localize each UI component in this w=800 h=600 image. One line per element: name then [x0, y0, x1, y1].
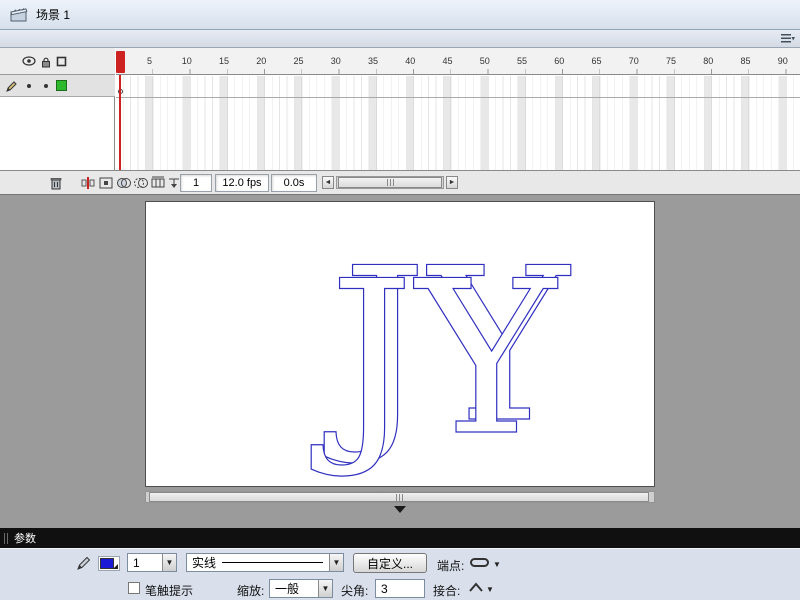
join-style-icon[interactable] — [469, 582, 483, 592]
stroke-style-combo[interactable]: 实线 ▼ — [186, 553, 344, 572]
ruler-tick-label: 50 — [479, 56, 490, 66]
layer-visible-dot[interactable] — [27, 84, 31, 88]
scene-icon — [10, 8, 28, 22]
panel-collapse-arrow[interactable] — [394, 506, 406, 513]
onion-skin-outlines-icon[interactable] — [133, 175, 149, 191]
ruler-tick-label: 45 — [442, 56, 453, 66]
frame-rate-field[interactable]: 12.0 fps — [215, 174, 269, 192]
ruler-tick-label: 90 — [777, 56, 788, 66]
scene-name-label[interactable]: 场景 1 — [36, 6, 70, 23]
cap-style-icon[interactable] — [470, 558, 489, 567]
timeline-ruler[interactable]: 5 10 15 20 25 30 35 40 45 50 55 60 65 70 75 80 85 90 — [116, 48, 800, 75]
timeline-layer-column — [0, 48, 115, 170]
timeline-scroll-left-arrow[interactable]: ◄ — [322, 176, 334, 189]
layer-unlocked-dot[interactable] — [44, 84, 48, 88]
stroke-style-line-preview — [222, 562, 323, 563]
panel-grip-icon[interactable] — [4, 532, 8, 544]
stroke-style-dropdown-icon[interactable]: ▼ — [329, 554, 343, 571]
properties-panel: 1 ▼ 实线 ▼ 自定义... 端点: ▼ 笔触提示 缩放: 一般 ▼ 尖角: … — [0, 548, 800, 600]
timeline-scroll-right-arrow[interactable]: ► — [446, 176, 458, 189]
flash-application-window: 场景 1 5 10 15 20 25 30 35 40 45 50 55 60 … — [0, 0, 800, 600]
join-dropdown-icon[interactable]: ▼ — [486, 585, 494, 594]
ruler-tick-label: 30 — [330, 56, 341, 66]
stage-area: JY JY — [0, 195, 800, 528]
cap-dropdown-icon[interactable]: ▼ — [493, 560, 501, 569]
delete-layer-trash-icon[interactable] — [48, 175, 64, 191]
show-hide-eye-icon[interactable] — [22, 56, 36, 66]
ruler-tick-label: 15 — [219, 56, 230, 66]
ruler-tick-label: 55 — [517, 56, 528, 66]
center-frame-icon[interactable] — [98, 175, 114, 191]
playhead-line — [119, 75, 121, 170]
ruler-tick-label: 75 — [666, 56, 677, 66]
scale-label: 缩放: — [237, 584, 265, 598]
stroke-color-swatch-chip — [100, 558, 114, 569]
timeline: 5 10 15 20 25 30 35 40 45 50 55 60 65 70 75 80 85 90 — [0, 48, 800, 170]
onion-skin-icon[interactable] — [116, 175, 132, 191]
scale-value: 一般 — [275, 582, 300, 596]
layer-frames-row[interactable] — [116, 76, 800, 98]
elapsed-time-field[interactable]: 0.0s — [271, 174, 317, 192]
scale-combo[interactable]: 一般 ▼ — [269, 579, 333, 598]
timeline-scrollbar-track[interactable] — [336, 176, 444, 189]
scene-bar: 场景 1 — [0, 0, 800, 30]
timeline-scrollbar-thumb[interactable] — [338, 177, 442, 188]
artwork-letters-front: JY — [311, 235, 558, 482]
stroke-color-button[interactable] — [98, 556, 120, 571]
join-label: 接合: — [433, 584, 461, 598]
ruler-tick-label: 25 — [293, 56, 304, 66]
ruler-tick-label: 40 — [405, 56, 416, 66]
ruler-tick-label: 70 — [628, 56, 639, 66]
stroke-height-combo[interactable]: 1 ▼ — [127, 553, 177, 572]
properties-tab-label[interactable]: 参数 — [14, 530, 36, 546]
playhead-handle[interactable] — [116, 51, 125, 73]
timeline-options-menu-icon[interactable] — [781, 33, 795, 45]
cap-label: 端点: — [437, 559, 465, 573]
stroke-hinting-checkbox[interactable] — [128, 582, 140, 594]
ruler-tick-label: 20 — [256, 56, 267, 66]
custom-stroke-button[interactable]: 自定义... — [353, 553, 427, 573]
ruler-tick-label: 60 — [554, 56, 565, 66]
layer-row[interactable] — [0, 75, 115, 97]
layer-outline-swatch[interactable] — [56, 80, 67, 91]
ruler-tick-label: 80 — [703, 56, 714, 66]
scroll-to-playhead-icon[interactable] — [80, 175, 96, 191]
stage-horizontal-scrollbar[interactable] — [145, 491, 655, 503]
stroke-style-value: 实线 — [192, 556, 217, 570]
ruler-tick-label: 35 — [368, 56, 379, 66]
stage-artwork[interactable]: JY JY — [146, 202, 656, 488]
current-frame-field[interactable]: 1 — [180, 174, 212, 192]
ruler-tick-label: 10 — [181, 56, 192, 66]
edit-multiple-frames-icon[interactable] — [150, 175, 166, 191]
outline-view-icon[interactable] — [56, 56, 67, 67]
lock-icon[interactable] — [41, 56, 51, 68]
stage-scrollbar-thumb[interactable] — [149, 492, 649, 502]
swatch-dropdown-corner-icon — [113, 564, 118, 569]
miter-label: 尖角: — [341, 584, 369, 598]
layer-column-header — [0, 48, 115, 75]
ruler-tick-label: 5 — [147, 56, 153, 66]
stage-canvas[interactable]: JY JY — [145, 201, 655, 487]
timeline-top-strip — [0, 30, 800, 48]
stroke-height-value: 1 — [133, 555, 140, 570]
ruler-tick-label: 85 — [740, 56, 751, 66]
miter-input[interactable]: 3 — [375, 579, 425, 598]
artwork-letters: JY JY — [310, 221, 569, 482]
pencil-tool-icon — [77, 556, 91, 570]
ruler-tick-label: 65 — [591, 56, 602, 66]
stroke-hinting-label: 笔触提示 — [145, 584, 194, 598]
timeline-frames-area[interactable] — [116, 76, 800, 170]
properties-panel-bar[interactable]: 参数 — [0, 528, 800, 548]
edit-pencil-icon — [6, 81, 17, 92]
timeline-status-bar: 1 12.0 fps 0.0s ◄ ► — [0, 170, 800, 195]
stroke-height-dropdown-icon[interactable]: ▼ — [162, 554, 176, 571]
scale-dropdown-icon[interactable]: ▼ — [318, 580, 332, 597]
